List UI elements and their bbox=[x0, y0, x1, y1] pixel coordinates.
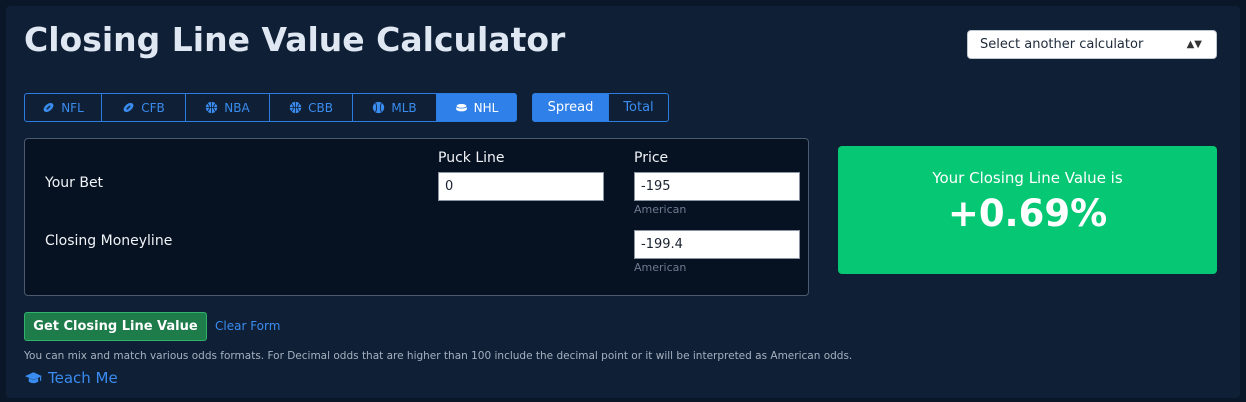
closing-price-input[interactable] bbox=[634, 230, 800, 259]
teach-me-label: Teach Me bbox=[48, 369, 118, 387]
tab-label: MLB bbox=[391, 100, 417, 115]
basketball-icon bbox=[206, 101, 218, 114]
result-value: +0.69% bbox=[947, 192, 1108, 235]
tab-label: NBA bbox=[224, 100, 250, 115]
sport-tabs: NFL CFB NBA CBB MLB NHL bbox=[24, 93, 517, 122]
tab-label: NFL bbox=[61, 100, 84, 115]
tab-spread[interactable]: Spread bbox=[533, 94, 609, 121]
calculator-select[interactable]: Select another calculator ▲▼ bbox=[967, 30, 1217, 59]
bet-form: Puck Line Price Your Bet American Closin… bbox=[24, 138, 809, 296]
graduation-cap-icon bbox=[24, 372, 43, 384]
tab-label: NHL bbox=[473, 100, 499, 115]
puck-line-header: Puck Line bbox=[438, 150, 505, 166]
page-title: Closing Line Value Calculator bbox=[24, 20, 566, 59]
tab-label: Spread bbox=[547, 100, 594, 115]
price-header: Price bbox=[634, 150, 669, 166]
basketball-icon bbox=[289, 101, 302, 114]
your-bet-price-input[interactable] bbox=[634, 172, 800, 201]
football-icon bbox=[123, 102, 134, 113]
tab-nfl[interactable]: NFL bbox=[25, 94, 102, 121]
baseball-icon bbox=[373, 101, 385, 114]
tab-mlb[interactable]: MLB bbox=[353, 94, 437, 121]
your-bet-line-input[interactable] bbox=[438, 172, 604, 201]
clear-form-link[interactable]: Clear Form bbox=[215, 319, 280, 333]
odds-format-note: You can mix and match various odds forma… bbox=[24, 350, 853, 362]
tab-label: Total bbox=[623, 100, 654, 115]
tab-label: CBB bbox=[308, 100, 333, 115]
football-icon bbox=[43, 102, 54, 113]
closing-moneyline-label: Closing Moneyline bbox=[45, 233, 173, 249]
tab-nhl[interactable]: NHL bbox=[437, 94, 516, 121]
your-bet-label: Your Bet bbox=[45, 175, 104, 191]
tab-nba[interactable]: NBA bbox=[186, 94, 270, 121]
tab-total[interactable]: Total bbox=[609, 94, 668, 121]
result-caption: Your Closing Line Value is bbox=[932, 169, 1123, 187]
hockey-puck-icon bbox=[455, 103, 467, 112]
get-closing-line-value-button[interactable]: Get Closing Line Value bbox=[24, 312, 207, 341]
bet-type-tabs: Spread Total bbox=[532, 93, 669, 122]
price-format-hint: American bbox=[634, 203, 687, 216]
up-down-caret-icon: ▲▼ bbox=[1186, 39, 1202, 50]
teach-me-link[interactable]: Teach Me bbox=[24, 369, 118, 387]
tab-cbb[interactable]: CBB bbox=[270, 94, 353, 121]
tab-label: CFB bbox=[141, 100, 165, 115]
tab-cfb[interactable]: CFB bbox=[102, 94, 186, 121]
closing-format-hint: American bbox=[634, 261, 687, 274]
result-card: Your Closing Line Value is +0.69% bbox=[838, 146, 1217, 274]
calculator-select-value: Select another calculator bbox=[980, 37, 1144, 52]
